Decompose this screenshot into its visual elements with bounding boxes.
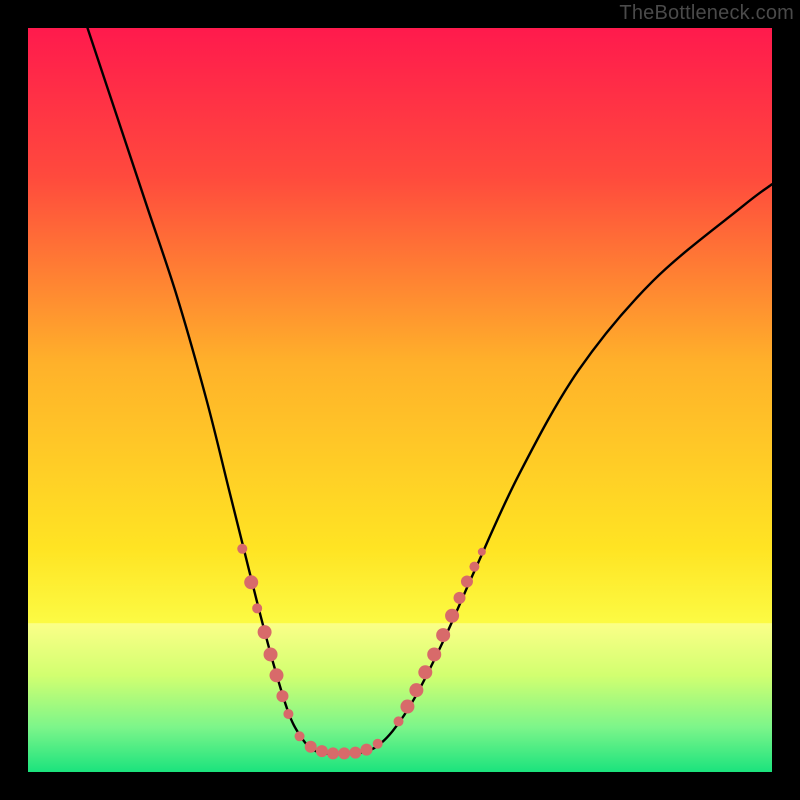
data-marker: [338, 747, 350, 759]
chart-frame: TheBottleneck.com: [0, 0, 800, 800]
watermark-text: TheBottleneck.com: [619, 2, 794, 25]
data-marker: [258, 625, 272, 639]
data-marker: [445, 609, 459, 623]
data-marker: [400, 700, 414, 714]
data-marker: [276, 690, 288, 702]
data-marker: [316, 745, 328, 757]
data-marker: [469, 562, 479, 572]
data-marker: [264, 647, 278, 661]
data-marker: [461, 576, 473, 588]
plot-area: [28, 28, 772, 772]
data-marker: [478, 548, 486, 556]
data-marker: [327, 747, 339, 759]
data-marker: [295, 731, 305, 741]
data-marker: [269, 668, 283, 682]
data-marker: [373, 739, 383, 749]
data-marker: [305, 741, 317, 753]
data-marker: [427, 647, 441, 661]
data-marker: [436, 628, 450, 642]
data-marker: [454, 592, 466, 604]
data-marker: [237, 544, 247, 554]
data-marker: [283, 709, 293, 719]
data-marker: [252, 603, 262, 613]
data-marker: [394, 716, 404, 726]
data-marker: [349, 747, 361, 759]
data-marker: [361, 744, 373, 756]
data-marker: [244, 575, 258, 589]
data-marker: [418, 665, 432, 679]
green-band: [28, 623, 772, 772]
data-marker: [409, 683, 423, 697]
chart-svg: [28, 28, 772, 772]
